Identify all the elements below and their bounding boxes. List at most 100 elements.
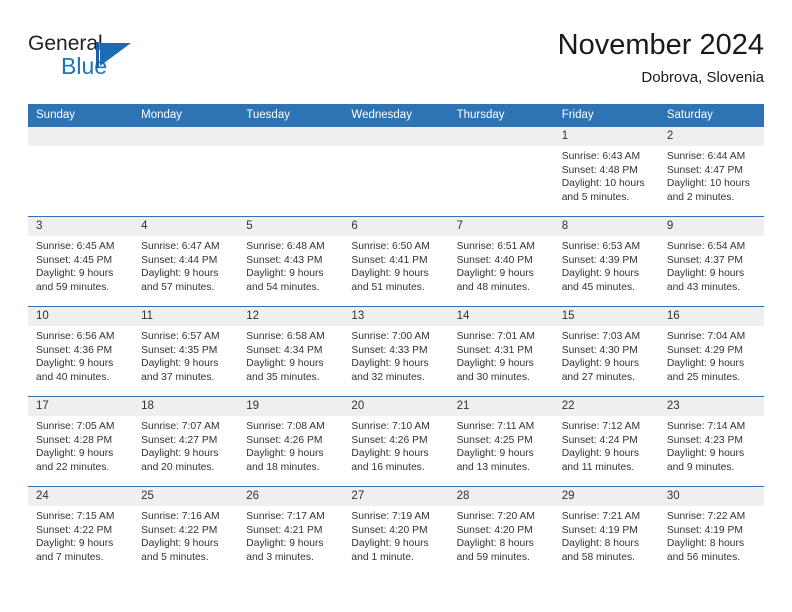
calendar-day-cell[interactable]: 20 Sunrise: 7:10 AM Sunset: 4:26 PM Dayligh… [343,396,449,487]
daylight-duration-line2: and 48 minutes. [456,281,530,293]
calendar-day-cell[interactable]: 12 Sunrise: 6:58 AM Sunset: 4:34 PM Dayligh… [238,306,344,397]
daylight-duration-line1: Daylight: 9 hours [561,448,639,460]
daylight-duration-line1: Daylight: 9 hours [36,538,114,550]
weekday-header-monday: Monday [133,104,239,127]
daylight-duration-line2: and 20 minutes. [141,461,215,473]
general-blue-logo[interactable]: General Blue [28,32,208,92]
calendar-day-cell[interactable]: 11 Sunrise: 6:57 AM Sunset: 4:35 PM Dayligh… [133,306,239,397]
sunset-time: Sunset: 4:34 PM [246,344,323,356]
day-details: Sunrise: 7:08 AM Sunset: 4:26 PM Daylight:… [238,416,343,474]
sunrise-time: Sunrise: 7:12 AM [561,421,641,432]
calendar-day-cell[interactable]: 13 Sunrise: 7:00 AM Sunset: 4:33 PM Dayligh… [343,306,449,397]
calendar-day-cell[interactable]: 28 Sunrise: 7:20 AM Sunset: 4:20 PM Dayligh… [448,486,554,576]
calendar-day-cell[interactable]: 17 Sunrise: 7:05 AM Sunset: 4:28 PM Dayligh… [28,396,134,487]
sunrise-time: Sunrise: 7:19 AM [351,511,430,522]
title-block: November 2024 Dobrova, Slovenia [558,28,764,88]
calendar-day-cell[interactable]: 4 Sunrise: 6:47 AM Sunset: 4:44 PM Daylight… [133,216,239,307]
calendar-week-row: 24 Sunrise: 7:15 AM Sunset: 4:22 PM Dayligh… [28,486,764,576]
daylight-duration-line1: Daylight: 8 hours [561,538,639,550]
calendar-day-cell-empty [448,127,554,217]
calendar-day-cell[interactable]: 14 Sunrise: 7:01 AM Sunset: 4:31 PM Dayligh… [448,306,554,397]
calendar-day-cell[interactable]: 26 Sunrise: 7:17 AM Sunset: 4:21 PM Dayligh… [238,486,344,576]
calendar-page: General Blue November 2024 Dobrova, Slov… [0,0,792,612]
daylight-duration-line1: Daylight: 9 hours [36,448,114,460]
day-details: Sunrise: 7:22 AM Sunset: 4:19 PM Daylight:… [659,506,764,564]
daylight-duration-line2: and 40 minutes. [36,371,110,383]
sunset-time: Sunset: 4:48 PM [561,164,638,176]
calendar-day-cell[interactable]: 16 Sunrise: 7:04 AM Sunset: 4:29 PM Dayligh… [658,306,764,397]
calendar-day-cell[interactable]: 7 Sunrise: 6:51 AM Sunset: 4:40 PM Daylight… [448,216,554,307]
calendar-day-cell[interactable]: 29 Sunrise: 7:21 AM Sunset: 4:19 PM Dayligh… [553,486,659,576]
day-number: 12 [238,307,344,326]
calendar-day-cell[interactable]: 3 Sunrise: 6:45 AM Sunset: 4:45 PM Daylight… [28,216,134,307]
daylight-duration-line2: and 11 minutes. [561,461,635,473]
daylight-duration-line2: and 7 minutes. [36,551,104,563]
daylight-duration-line2: and 51 minutes. [351,281,425,293]
daylight-duration-line2: and 58 minutes. [561,551,635,563]
calendar-day-cell[interactable]: 19 Sunrise: 7:08 AM Sunset: 4:26 PM Dayligh… [238,396,344,487]
calendar-day-cell[interactable]: 8 Sunrise: 6:53 AM Sunset: 4:39 PM Daylight… [553,216,659,307]
day-number: 18 [133,397,239,416]
day-details: Sunrise: 7:14 AM Sunset: 4:23 PM Daylight:… [659,416,764,474]
calendar-day-cell[interactable]: 2 Sunrise: 6:44 AM Sunset: 4:47 PM Daylight… [658,127,764,217]
sunset-time: Sunset: 4:30 PM [561,344,638,356]
daylight-duration-line1: Daylight: 9 hours [36,358,114,370]
calendar-day-cell[interactable]: 21 Sunrise: 7:11 AM Sunset: 4:25 PM Dayligh… [448,396,554,487]
weekday-header-thursday: Thursday [448,104,554,127]
sunrise-time: Sunrise: 7:08 AM [246,421,325,432]
daylight-duration-line2: and 22 minutes. [36,461,110,473]
calendar-day-cell[interactable]: 23 Sunrise: 7:14 AM Sunset: 4:23 PM Dayligh… [658,396,764,487]
sunset-time: Sunset: 4:47 PM [666,164,743,176]
daylight-duration-line1: Daylight: 9 hours [36,268,114,280]
daylight-duration-line2: and 1 minute. [351,551,414,563]
day-details: Sunrise: 7:01 AM Sunset: 4:31 PM Daylight:… [449,326,554,384]
calendar-day-cell[interactable]: 18 Sunrise: 7:07 AM Sunset: 4:27 PM Dayligh… [133,396,239,487]
daylight-duration-line2: and 27 minutes. [561,371,635,383]
daylight-duration-line1: Daylight: 9 hours [351,538,429,550]
sunset-time: Sunset: 4:41 PM [351,254,428,266]
calendar-week-row: 10 Sunrise: 6:56 AM Sunset: 4:36 PM Dayligh… [28,306,764,397]
calendar-day-cell[interactable]: 15 Sunrise: 7:03 AM Sunset: 4:30 PM Dayligh… [553,306,659,397]
day-number: 15 [553,307,659,326]
sunrise-time: Sunrise: 6:57 AM [141,331,220,342]
weekday-header-friday: Friday [553,104,659,127]
calendar-day-cell-empty [28,127,134,217]
day-details: Sunrise: 7:05 AM Sunset: 4:28 PM Daylight:… [28,416,133,474]
daylight-duration-line1: Daylight: 9 hours [141,358,219,370]
day-number: 23 [658,397,764,416]
daylight-duration-line1: Daylight: 9 hours [351,268,429,280]
calendar-day-cell[interactable]: 27 Sunrise: 7:19 AM Sunset: 4:20 PM Dayligh… [343,486,449,576]
calendar-day-cell-empty [238,127,344,217]
daylight-duration-line1: Daylight: 9 hours [246,448,324,460]
calendar-day-cell[interactable]: 1 Sunrise: 6:43 AM Sunset: 4:48 PM Daylight… [553,127,659,217]
day-details: Sunrise: 6:58 AM Sunset: 4:34 PM Daylight:… [238,326,343,384]
calendar-day-cell[interactable]: 5 Sunrise: 6:48 AM Sunset: 4:43 PM Daylight… [238,216,344,307]
daylight-duration-line1: Daylight: 9 hours [141,268,219,280]
sunrise-time: Sunrise: 7:00 AM [351,331,430,342]
day-number [343,127,449,146]
sunrise-time: Sunrise: 6:51 AM [456,241,535,252]
daylight-duration-line1: Daylight: 9 hours [351,448,429,460]
sunset-time: Sunset: 4:26 PM [246,434,323,446]
calendar-day-cell[interactable]: 25 Sunrise: 7:16 AM Sunset: 4:22 PM Dayligh… [133,486,239,576]
day-number [28,127,134,146]
calendar-day-cell[interactable]: 9 Sunrise: 6:54 AM Sunset: 4:37 PM Daylight… [658,216,764,307]
daylight-duration-line1: Daylight: 9 hours [141,538,219,550]
calendar-day-cell[interactable]: 22 Sunrise: 7:12 AM Sunset: 4:24 PM Dayligh… [553,396,659,487]
sunset-time: Sunset: 4:31 PM [456,344,533,356]
daylight-duration-line2: and 5 minutes. [561,191,630,203]
sunset-time: Sunset: 4:44 PM [141,254,218,266]
daylight-duration-line1: Daylight: 9 hours [246,538,324,550]
sunrise-time: Sunrise: 6:53 AM [561,241,641,252]
sunset-time: Sunset: 4:19 PM [666,524,743,536]
daylight-duration-line2: and 16 minutes. [351,461,425,473]
calendar-day-cell[interactable]: 24 Sunrise: 7:15 AM Sunset: 4:22 PM Dayligh… [28,486,134,576]
sunset-time: Sunset: 4:27 PM [141,434,218,446]
calendar-day-cell[interactable]: 10 Sunrise: 6:56 AM Sunset: 4:36 PM Dayligh… [28,306,134,397]
sunset-time: Sunset: 4:20 PM [456,524,533,536]
sunrise-time: Sunrise: 6:50 AM [351,241,430,252]
daylight-duration-line2: and 59 minutes. [36,281,110,293]
calendar-day-cell[interactable]: 30 Sunrise: 7:22 AM Sunset: 4:19 PM Dayligh… [658,486,764,576]
calendar-day-cell[interactable]: 6 Sunrise: 6:50 AM Sunset: 4:41 PM Daylight… [343,216,449,307]
calendar-week-row: 3 Sunrise: 6:45 AM Sunset: 4:45 PM Daylight… [28,216,764,307]
